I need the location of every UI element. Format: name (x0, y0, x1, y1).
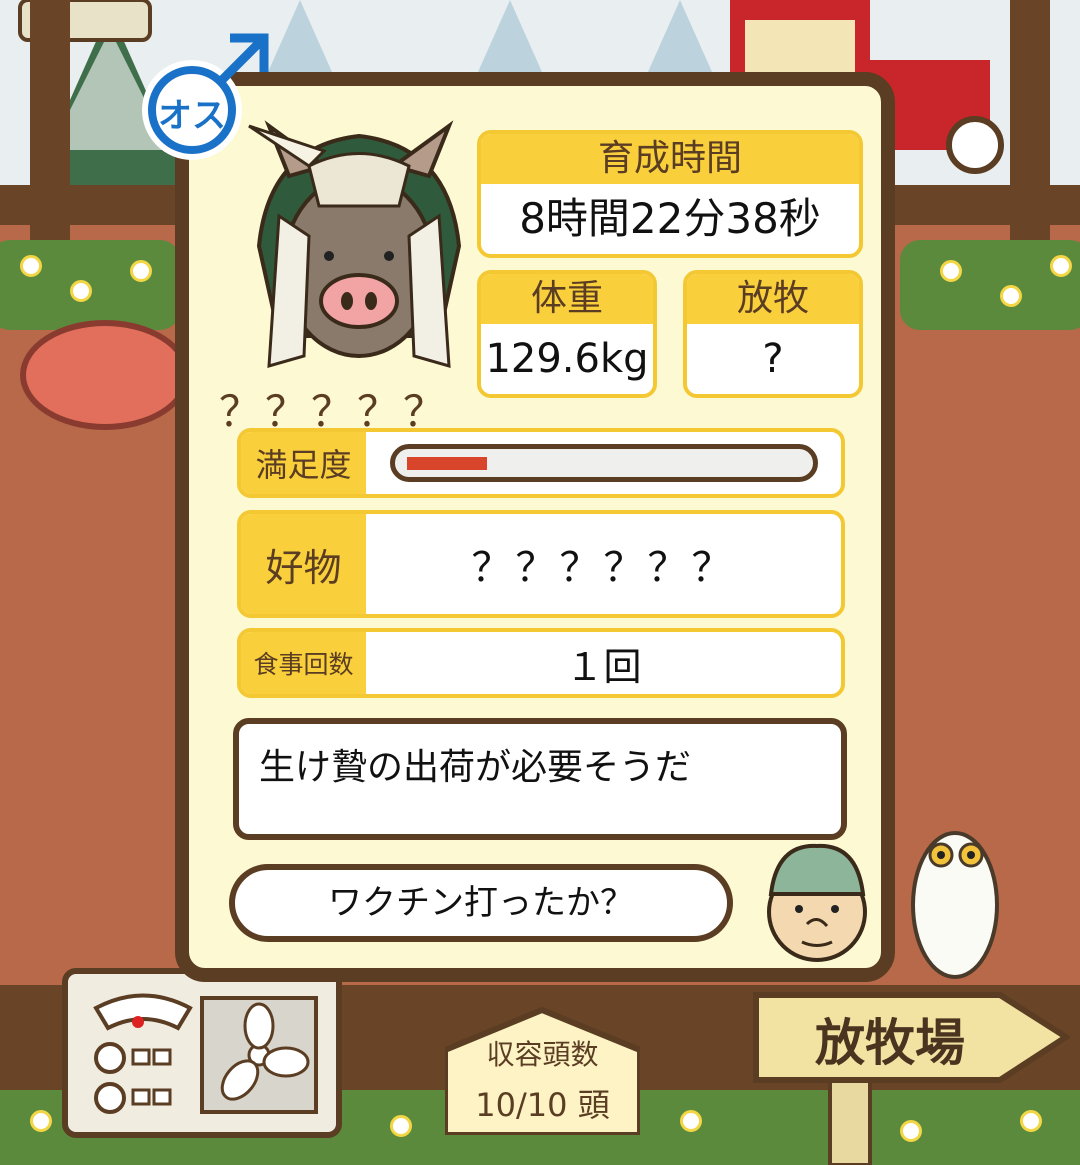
flower-icon (390, 1115, 412, 1137)
pasture-sign-label: 放牧場 (815, 1013, 965, 1072)
grazing-value: ? (762, 336, 784, 382)
control-panel (62, 968, 342, 1138)
question-bubble: ワクチン打ったか？ (229, 864, 733, 942)
capacity-sign: 収容頭数 10/10 頭 (445, 1005, 640, 1135)
thermometer-gauge-icon (93, 993, 193, 1114)
growth-time-label: 育成時間 (481, 134, 859, 184)
meal-count-label: 食事回数 (241, 632, 366, 694)
growth-time-value: 8時間22分38秒 (519, 194, 821, 243)
satisfaction-label: 満足度 (241, 432, 366, 494)
favorite-label: 好物 (241, 514, 366, 614)
flower-icon (30, 1110, 52, 1132)
satisfaction-bar-container (366, 432, 841, 494)
weight-value: 129.6kg (485, 336, 649, 382)
flower-icon (70, 280, 92, 302)
meal-count-value: １回 (565, 644, 642, 689)
capacity-value: 10/10 頭 (475, 1086, 610, 1124)
flower-icon (1000, 285, 1022, 307)
flower-icon (940, 260, 962, 282)
favorite-food-row: 好物 ？？？？？？ (237, 510, 845, 618)
favorite-value: ？？？？？？ (471, 545, 736, 591)
flower-icon (130, 260, 152, 282)
capacity-label: 収容頭数 (486, 1038, 599, 1071)
gender-badge: オス (122, 22, 278, 162)
fan-icon[interactable] (200, 996, 318, 1114)
weight-label: 体重 (481, 274, 653, 324)
flower-icon (1050, 255, 1072, 277)
owl-icon[interactable] (905, 805, 1005, 980)
satisfaction-row: 満足度 (237, 428, 845, 498)
growth-time-card: 育成時間 8時間22分38秒 (477, 130, 863, 258)
grazing-label: 放牧 (687, 274, 859, 324)
flower-icon (20, 255, 42, 277)
boar-info-panel: ？？？？？ 育成時間 8時間22分38秒 体重 129.6kg 放牧 ? 満足度… (175, 72, 895, 982)
flower-icon (680, 1110, 702, 1132)
food-bowl[interactable] (20, 320, 190, 430)
grazing-card: 放牧 ? (683, 270, 863, 398)
weight-card: 体重 129.6kg (477, 270, 657, 398)
meal-count-row: 食事回数 １回 (237, 628, 845, 698)
farmer-avatar (767, 843, 867, 962)
message-bubble: 生け贄の出荷が必要そうだ (233, 718, 847, 840)
satisfaction-bar-fill (406, 457, 487, 470)
pasture-sign[interactable]: 放牧場 (750, 985, 1070, 1165)
gender-label: オス (158, 96, 226, 136)
flower-bed-right (900, 240, 1080, 330)
satisfaction-bar-track (389, 444, 818, 482)
